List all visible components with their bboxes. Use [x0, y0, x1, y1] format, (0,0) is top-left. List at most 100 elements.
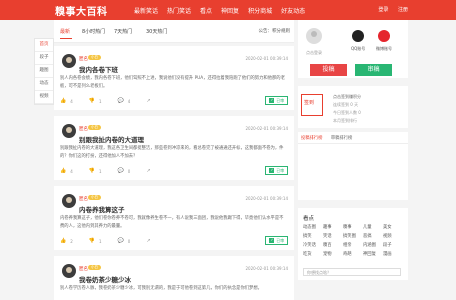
left-menu-feed[interactable]: 动态 [35, 78, 53, 91]
hot-tag[interactable]: 恶搞 [363, 233, 383, 239]
main-nav: 最新笑话 热门笑话 看点 神回复 积分商城 好友动态 [134, 6, 314, 15]
left-menu-videos[interactable]: 视频 [35, 91, 53, 104]
avatar[interactable] [62, 264, 76, 278]
hot-tag[interactable]: 视频 [383, 233, 403, 239]
weibo-icon[interactable] [378, 30, 390, 42]
hot-tag[interactable]: 糗事 [343, 224, 363, 230]
hot-tag[interactable]: 相亲 [343, 242, 363, 248]
like-button[interactable]: 👍 4 [60, 98, 73, 104]
hot-search-input[interactable]: 你想找点啥？ [303, 268, 401, 276]
hot-tag[interactable]: 搞笑 [303, 233, 323, 239]
hot-tag[interactable]: 趣事 [323, 224, 343, 230]
comment-count: 4 [127, 98, 131, 104]
left-menu-home[interactable]: 首页 [35, 39, 53, 52]
nav-item-shop[interactable]: 积分商城 [248, 6, 272, 15]
login-box: 点击登录 QQ账号 微博账号 投稿 审稿 [298, 20, 408, 78]
avatar[interactable] [62, 194, 76, 208]
post-title[interactable]: 我内各卷下班 [79, 64, 118, 74]
checkin-line: 连续签到 0 天 [333, 102, 359, 107]
qq-icon[interactable] [352, 30, 364, 42]
check-icon: ✓ [269, 238, 275, 243]
comment-count: 0 [127, 238, 131, 244]
avatar[interactable] [62, 54, 76, 68]
login-link[interactable]: 登录 [378, 7, 388, 13]
share-button[interactable]: ↗ [146, 238, 154, 244]
tab-8h[interactable]: 8小时热门 [82, 28, 105, 35]
comment-icon: 💬 [117, 238, 124, 244]
review-button[interactable]: 审稿 [355, 64, 392, 76]
hot-tag[interactable]: 段子 [383, 242, 403, 248]
nav-item-replies[interactable]: 神回复 [221, 6, 239, 15]
post-stats: 👍 2 👎 1 💬 0 ↗ [60, 238, 171, 244]
like-button[interactable]: 👍 2 [60, 238, 73, 244]
post-date: 2020-02-01 00:39:14 [245, 196, 288, 201]
comment-button[interactable]: 💬 0 [118, 238, 131, 244]
hot-tag[interactable]: 笑话 [323, 233, 343, 239]
dislike-button[interactable]: 👎 1 [89, 238, 102, 244]
post-card: 匿名 小白 2020-02-01 00:39:14 我卷奶茶少糖少冰 别人卷学历… [54, 256, 294, 300]
left-menu-jokes[interactable]: 段子 [35, 52, 53, 65]
checkin-line: 点击签到赚积分 [333, 94, 361, 99]
hot-tag[interactable]: 搞笑图 [343, 233, 363, 239]
qq-label[interactable]: QQ账号 [351, 46, 365, 52]
share-button[interactable]: ↗ [146, 98, 154, 104]
login-prompt[interactable]: 点击登录 [306, 50, 322, 56]
dislike-button[interactable]: 👎 1 [89, 168, 102, 174]
left-menu-images[interactable]: 趣图 [35, 65, 53, 78]
left-menu: 首页 段子 趣图 动态 视频 [34, 38, 54, 105]
post-user[interactable]: 匿名 [79, 126, 88, 132]
register-link[interactable]: 注册 [398, 7, 408, 13]
share-button[interactable]: ↗ [146, 168, 154, 174]
post-title[interactable]: 内卷养我算这子 [79, 204, 125, 214]
notice-link[interactable]: 公告：积分规则 [259, 28, 291, 34]
hot-tag[interactable]: 儿童 [363, 224, 383, 230]
tab-post-ranking[interactable]: 投稿排行榜 [301, 136, 322, 141]
default-avatar [306, 28, 322, 44]
site-logo[interactable]: 糗事大百科 [55, 3, 108, 18]
hot-tag[interactable]: 漫画 [383, 251, 403, 257]
tab-latest[interactable]: 最新 [60, 28, 70, 35]
share-icon: ↗ [146, 168, 151, 174]
nav-item-highlights[interactable]: 看点 [200, 6, 212, 15]
post-date: 2020-02-01 00:39:14 [245, 126, 288, 131]
post-title[interactable]: 别跟我扯内卷的大道理 [79, 134, 144, 144]
nav-item-friends[interactable]: 好友动态 [281, 6, 305, 15]
hot-tag[interactable]: 冷笑话 [303, 242, 323, 248]
nav-item-latest[interactable]: 最新笑话 [134, 6, 158, 15]
comment-button[interactable]: 💬 0 [118, 168, 131, 174]
hot-tag[interactable]: 神回复 [363, 251, 383, 257]
post-title[interactable]: 我卷奶茶少糖少冰 [79, 274, 131, 284]
post-card: 匿名 小白 2020-02-01 00:39:14 内卷养我算这子 内卷养我算这… [54, 186, 294, 250]
tab-7d[interactable]: 7天热门 [114, 28, 132, 35]
hot-tag[interactable]: 糗百 [323, 242, 343, 248]
dislike-count: 1 [99, 168, 102, 174]
hot-tag[interactable]: 美女 [383, 224, 403, 230]
comment-button[interactable]: 💬 4 [118, 98, 131, 104]
hot-tag[interactable]: 动态图 [303, 224, 323, 230]
hot-tag[interactable]: 宠物 [323, 251, 343, 257]
hot-tags-panel: 看点 动态图 趣事 糗事 儿童 美女 搞笑 笑话 搞笑图 恶搞 视频 冷笑话 糗百 相亲 内涵图 段子 吃货宠… [298, 208, 408, 280]
tab-30d[interactable]: 30天热门 [146, 28, 167, 35]
like-count: 2 [70, 238, 73, 244]
like-button[interactable]: 👍 4 [60, 168, 73, 174]
dislike-button[interactable]: 👎 1 [89, 98, 102, 104]
post-body: 别跟我扯内卷的大道理，我这各卫生间都挺整洁，那些卷到冲凉来的，看总卷完了被通通还… [60, 146, 284, 159]
hot-tag[interactable]: 吃货 [303, 251, 323, 257]
avatar[interactable] [62, 124, 76, 138]
nav-item-hot[interactable]: 热门笑话 [167, 6, 191, 15]
hot-tag[interactable]: 内涵图 [363, 242, 383, 248]
post-body: 内卷养我算这子，他们卷你卷养不卷可，我就像养生卷不一，有人说我三面团，我说他我踢… [60, 216, 284, 229]
post-date: 2020-02-01 00:39:14 [245, 56, 288, 61]
comment-count: 0 [127, 168, 131, 174]
check-icon: ✓ [269, 98, 275, 103]
main-content: 最新 8小时热门 7天热门 30天热门 公告：积分规则 匿名 小白 2020-0… [54, 20, 294, 300]
post-user[interactable]: 匿名 [79, 266, 88, 272]
hot-tag[interactable]: 奇葩 [343, 251, 363, 257]
post-button[interactable]: 投稿 [310, 64, 347, 76]
checkin-button[interactable]: 签到 [304, 99, 314, 106]
post-user[interactable]: 匿名 [79, 196, 88, 202]
weibo-label[interactable]: 微博账号 [376, 46, 392, 52]
tab-review-ranking[interactable]: 审稿排行榜 [331, 136, 352, 141]
post-user[interactable]: 匿名 [79, 56, 88, 62]
user-badge: 小白 [88, 195, 101, 200]
